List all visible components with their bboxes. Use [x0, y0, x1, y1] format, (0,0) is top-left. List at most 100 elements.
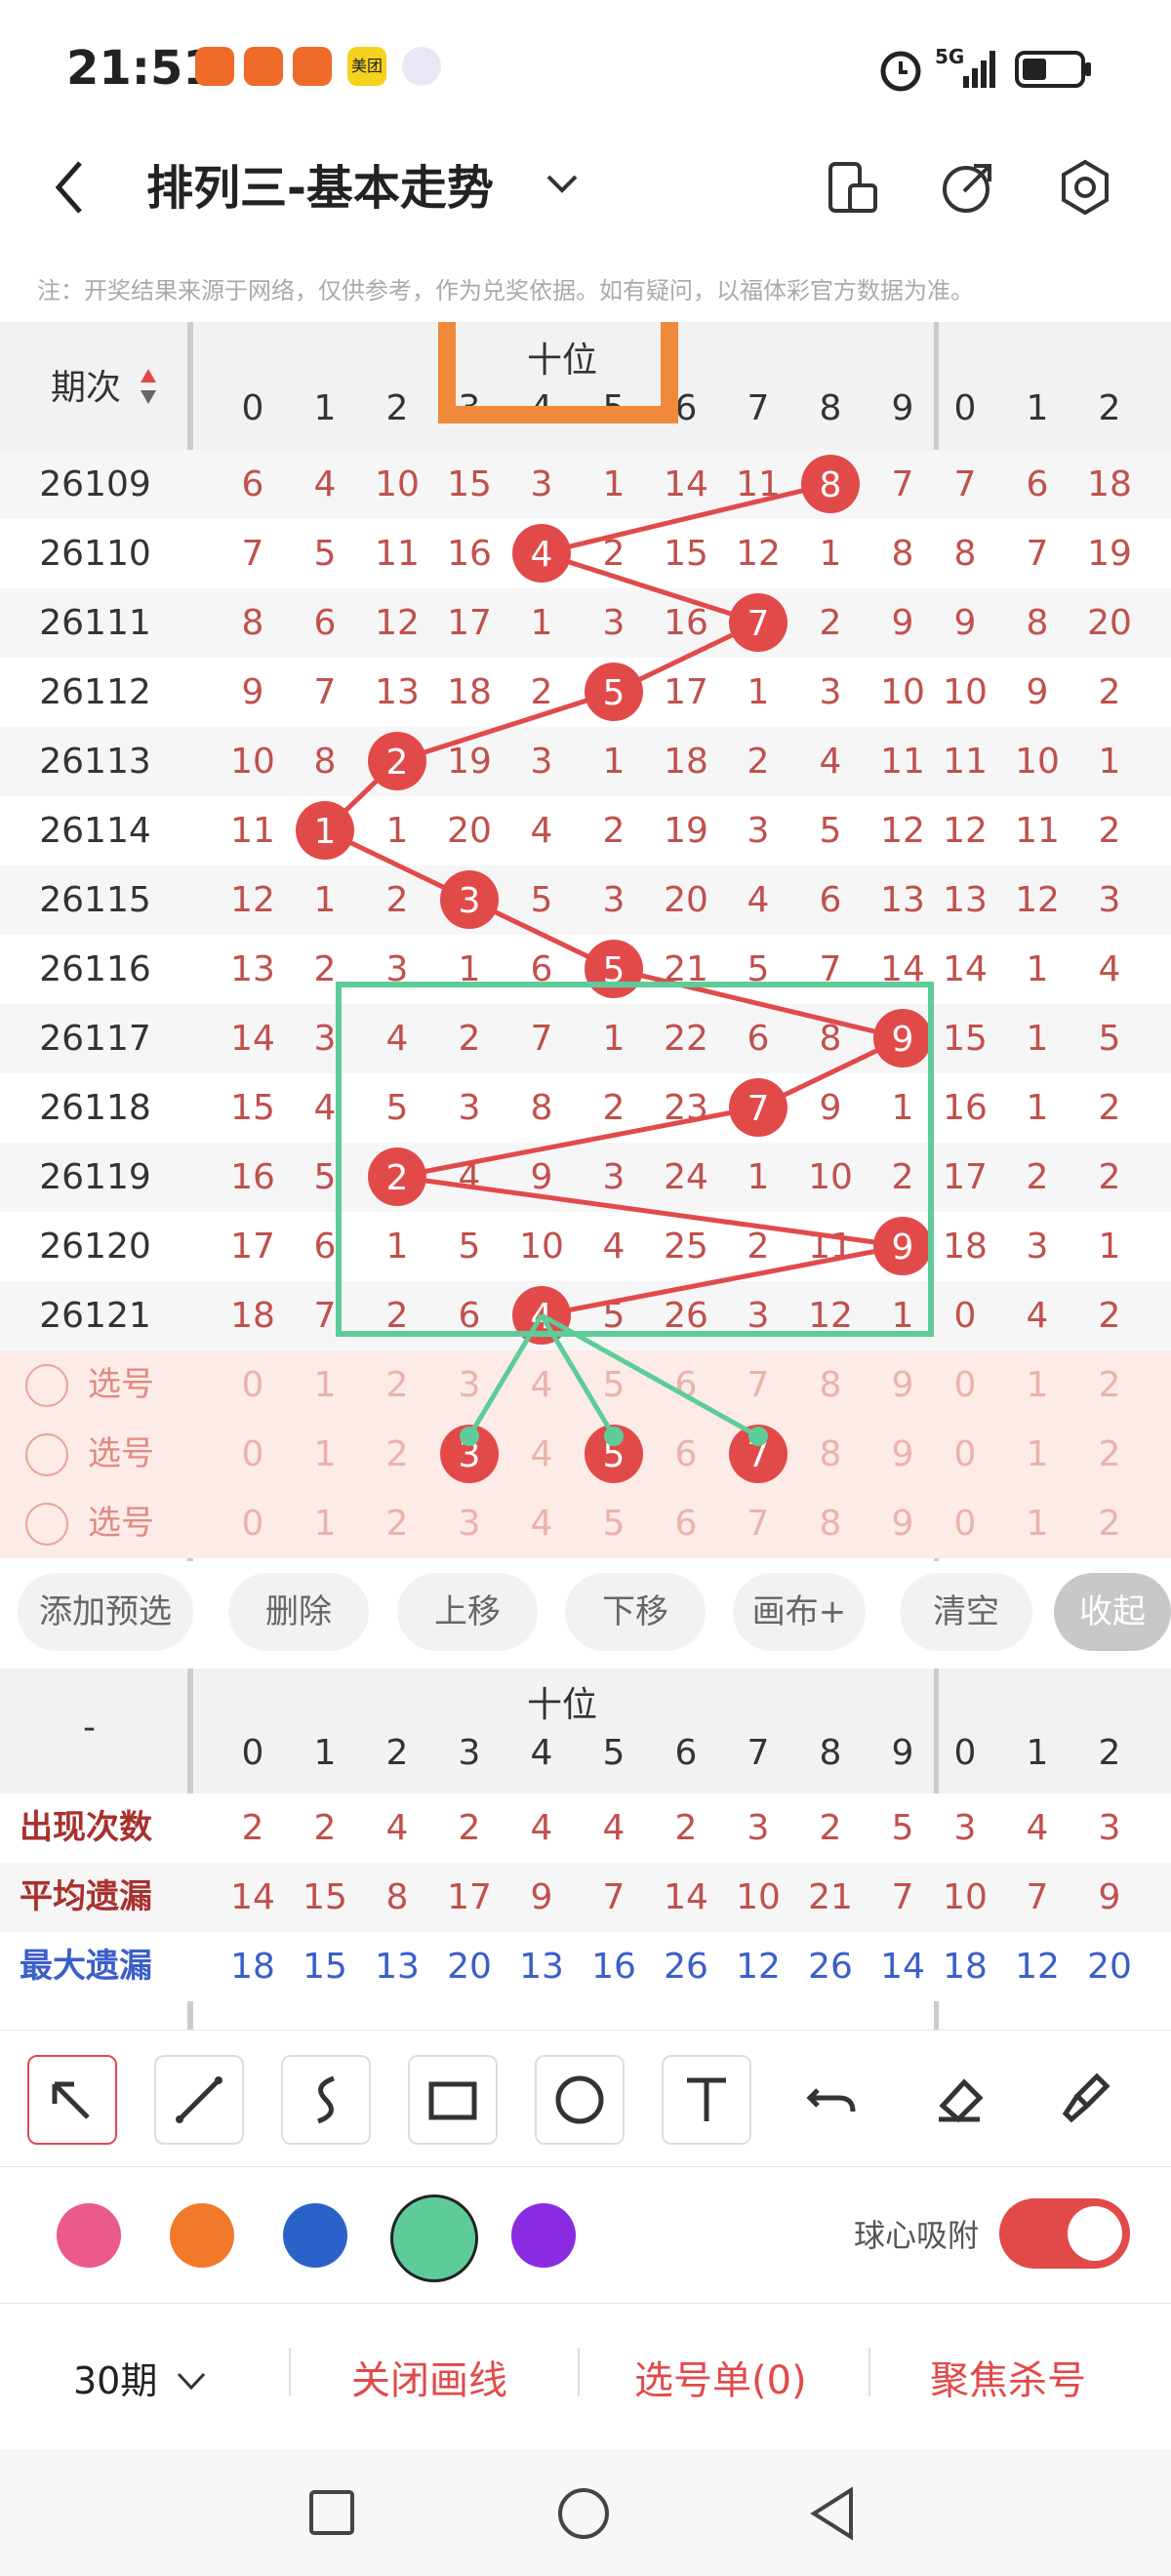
stats-cell: 2 — [819, 1808, 842, 1848]
back-icon[interactable] — [51, 158, 90, 217]
action-button[interactable]: 画布+ — [733, 1573, 866, 1651]
stats-row-label: 平均遗漏 — [20, 1877, 152, 1916]
stats-next-cell: 18 — [943, 1947, 988, 1987]
eraser-icon[interactable] — [915, 2055, 1001, 2141]
green-arrow-head — [604, 1427, 624, 1446]
snap-toggle[interactable] — [999, 2198, 1130, 2269]
color-swatch[interactable] — [511, 2203, 576, 2268]
stats-digit-header: 1 — [313, 1733, 337, 1773]
hit-ball-number: 7 — [747, 1089, 770, 1129]
stats-cell: 26 — [808, 1947, 853, 1987]
divider — [868, 2348, 870, 2396]
action-button[interactable]: 清空 — [900, 1573, 1032, 1651]
undo-icon — [806, 2088, 856, 2113]
stats-cell: 18 — [230, 1947, 275, 1987]
stats-next-digit-header: 0 — [953, 1733, 977, 1773]
alarm-icon — [880, 51, 921, 92]
stats-cell: 4 — [530, 1808, 553, 1848]
stats-next-digit-header: 2 — [1098, 1733, 1121, 1773]
circle-icon — [555, 2075, 604, 2124]
stats-digit-header: 7 — [747, 1733, 770, 1773]
period-label: 30期 — [73, 2359, 158, 2402]
rotate-screen-icon[interactable] — [825, 158, 879, 217]
select-arrow-icon — [52, 2081, 90, 2119]
stats-digit-header: 9 — [891, 1733, 914, 1773]
undo-icon[interactable] — [788, 2055, 874, 2141]
green-arrow-head — [460, 1427, 479, 1446]
action-button[interactable]: 收起 — [1054, 1573, 1171, 1651]
stats-cell: 10 — [736, 1877, 781, 1917]
action-button[interactable]: 删除 — [228, 1573, 369, 1651]
stats-cell: 20 — [447, 1947, 492, 1987]
stats-digit-header: 4 — [530, 1733, 553, 1773]
clear-brush-icon — [1062, 2073, 1110, 2123]
settings-icon[interactable] — [1056, 158, 1114, 217]
stats-next-cell: 3 — [1098, 1808, 1121, 1848]
chevron-down-icon[interactable] — [545, 169, 580, 198]
circle-icon[interactable] — [535, 2055, 625, 2145]
stats-next-cell: 4 — [1026, 1808, 1049, 1848]
status-time: 21:51 — [66, 41, 216, 96]
recents-icon[interactable] — [307, 2488, 356, 2537]
color-swatch[interactable] — [390, 2194, 478, 2282]
stats-row-label: 最大遗漏 — [20, 1947, 152, 1986]
bottom-bar: 30期 关闭画线 选号单(0) 聚焦杀号 — [0, 2303, 1171, 2450]
meituan-icon: 美团 — [347, 47, 386, 86]
stats-cell: 2 — [241, 1808, 264, 1848]
stats-cell: 3 — [747, 1808, 770, 1848]
stats-digit-header: 0 — [241, 1733, 264, 1773]
stats-cell: 15 — [303, 1877, 347, 1917]
trend-table: 期次 十位 0 1 2 3 4 5 6 7 8 9 0 1 2 26109 6 4 10 15 3 1 14 11 7 7 6 18 2… — [0, 322, 1171, 1561]
stats-cell: 13 — [375, 1947, 420, 1987]
action-button[interactable]: 上移 — [397, 1573, 538, 1651]
stats-cell: 26 — [664, 1947, 708, 1987]
stats-cell: 2 — [313, 1808, 337, 1848]
line-icon[interactable] — [154, 2055, 244, 2145]
clear-brush-icon[interactable] — [1042, 2055, 1128, 2141]
hit-ball-number: 3 — [459, 881, 481, 921]
trend-overlay: 8475213597294357 — [296, 322, 934, 1483]
signal-icon — [963, 51, 995, 88]
stats-digit-header: 5 — [602, 1733, 626, 1773]
pick-list-button[interactable]: 选号单(0) — [634, 2349, 807, 2405]
close-lines-button[interactable]: 关闭画线 — [351, 2349, 507, 2405]
stats-cell: 7 — [891, 1877, 914, 1917]
period-selector[interactable]: 30期 — [73, 2351, 208, 2404]
select-arrow-icon[interactable] — [27, 2055, 117, 2145]
green-box-annotation — [336, 982, 934, 1337]
stats-cell: 4 — [385, 1808, 409, 1848]
stats-row-label: 出现次数 — [20, 1808, 152, 1847]
text-icon[interactable] — [662, 2055, 751, 2145]
hit-ball-number: 8 — [820, 465, 842, 505]
page-title[interactable]: 排列三-基本走势 — [146, 149, 494, 218]
eraser-icon — [939, 2078, 984, 2123]
line-icon — [176, 2076, 222, 2123]
chevron-down-icon — [178, 2372, 206, 2391]
stats-next-cell: 9 — [1098, 1877, 1121, 1917]
focus-kill-button[interactable]: 聚焦杀号 — [930, 2349, 1086, 2405]
stats-digit-header: 2 — [385, 1733, 409, 1773]
hit-ball-number: 9 — [892, 1228, 914, 1268]
action-button[interactable]: 添加预选 — [18, 1573, 193, 1651]
stats-cell: 9 — [530, 1877, 553, 1917]
network-label: 5G — [935, 45, 965, 68]
color-swatch[interactable] — [57, 2203, 121, 2268]
orange-box-annotation — [438, 322, 678, 423]
freehand-icon — [317, 2075, 335, 2124]
action-button[interactable]: 下移 — [565, 1573, 706, 1651]
home-icon[interactable] — [556, 2486, 611, 2541]
freehand-icon[interactable] — [281, 2055, 371, 2145]
hit-ball-number: 1 — [314, 812, 337, 852]
color-swatch[interactable] — [283, 2203, 347, 2268]
status-bar: 21:51 美团 5G — [0, 0, 1171, 137]
stats-cell: 14 — [664, 1877, 708, 1917]
rectangle-icon[interactable] — [408, 2055, 498, 2145]
divider — [289, 2348, 291, 2396]
color-swatch[interactable] — [170, 2203, 234, 2268]
stats-cell: 7 — [602, 1877, 626, 1917]
back-nav-icon[interactable] — [808, 2486, 857, 2541]
stats-cell: 12 — [736, 1947, 781, 1987]
stats-cell: 2 — [458, 1808, 481, 1848]
stats-digit-header: 3 — [458, 1733, 481, 1773]
share-icon[interactable] — [939, 158, 997, 217]
